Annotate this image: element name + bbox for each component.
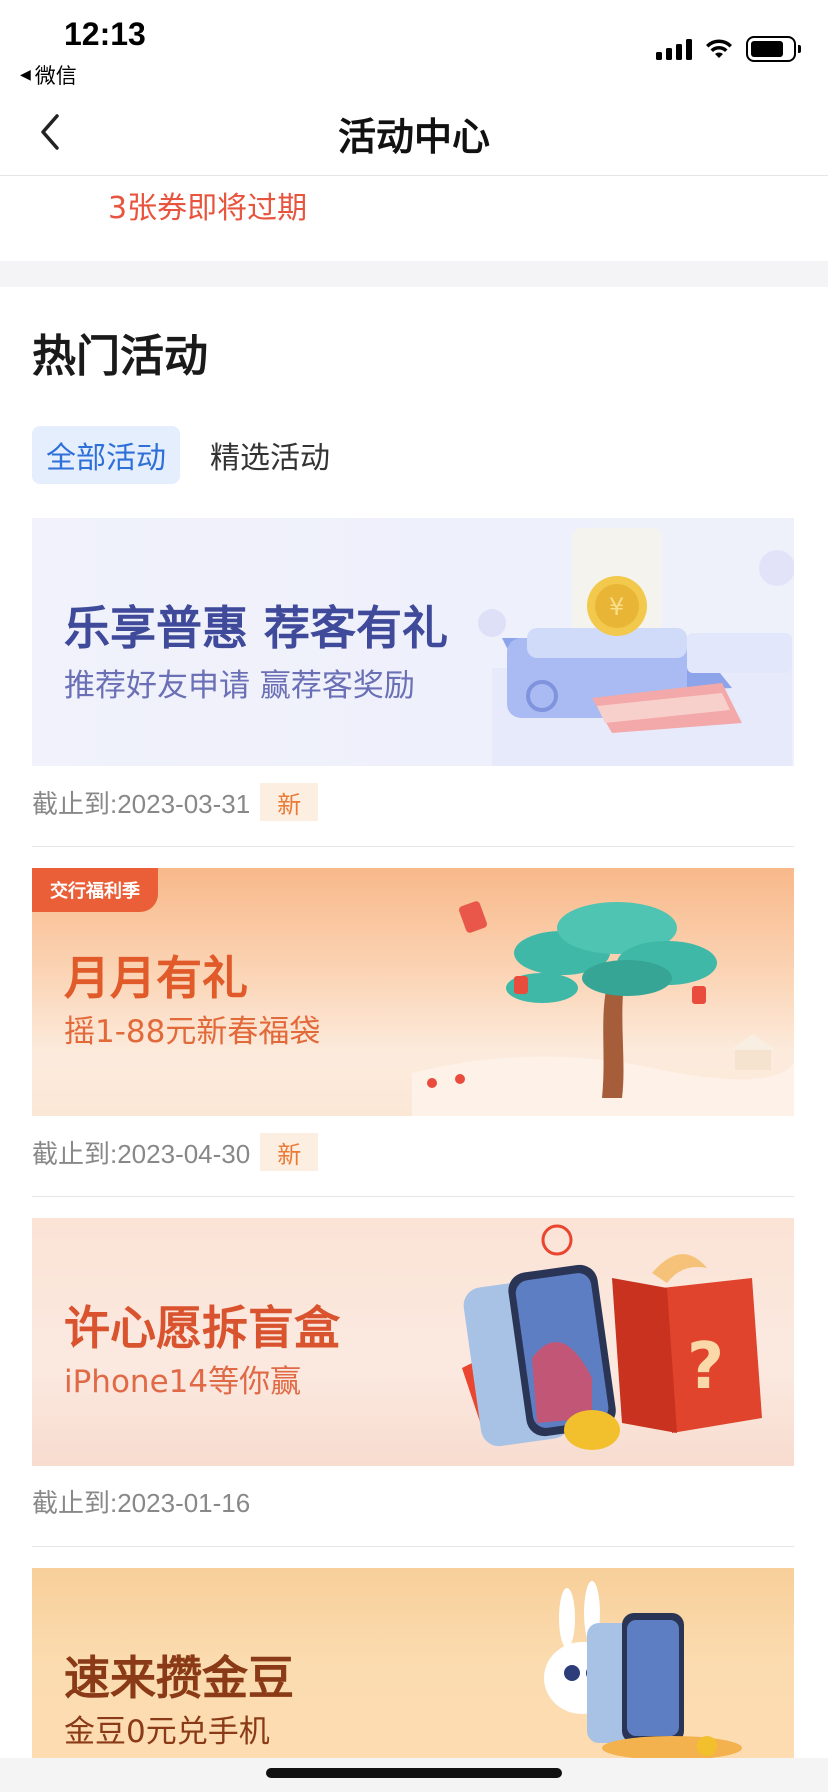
tab-selected-activities[interactable]: 精选活动 [196, 426, 344, 484]
activity-card[interactable]: 乐享普惠 荐客有礼 推荐好友申请 赢荐客奖励 ¥ 截止到:2023-03-31 … [32, 518, 794, 847]
banner-title: 速来攒金豆 [64, 1651, 294, 1705]
expiring-coupons-text[interactable]: 3张券即将过期 [108, 183, 307, 227]
status-indicators [656, 36, 801, 62]
banner-title: 许心愿拆盲盒 [64, 1301, 340, 1355]
deadline-text: 截止到:2023-01-16 [32, 1488, 251, 1518]
tab-all-activities[interactable]: 全部活动 [32, 426, 180, 484]
section-title: 热门活动 [32, 331, 208, 382]
cellular-signal-icon [656, 38, 692, 60]
navigation-bar: 活动中心 [0, 92, 828, 176]
activity-card[interactable]: 速来攒金豆 金豆0元兑手机 [32, 1568, 794, 1758]
status-bar: 12:13 ◀ 微信 [0, 0, 828, 92]
banner-title: 月月有礼 [64, 951, 248, 1005]
coin-printer-illustration: ¥ [478, 528, 794, 766]
activity-card[interactable]: 交行福利季 月月有礼 摇1-88元新春福袋 截止到:2023-04-30 新 [32, 868, 794, 1197]
back-to-app-link[interactable]: ◀ 微信 [20, 60, 77, 90]
banner-subtitle: iPhone14等你赢 [64, 1364, 302, 1400]
new-badge: 新 [260, 783, 319, 821]
home-indicator[interactable] [266, 1768, 562, 1778]
section-divider [0, 261, 828, 287]
battery-icon [746, 36, 801, 62]
page-title: 活动中心 [337, 115, 490, 159]
activity-banner[interactable]: 交行福利季 月月有礼 摇1-88元新春福袋 [32, 868, 794, 1116]
card-meta: 截止到:2023-03-31 新 [32, 783, 319, 821]
deadline-text: 截止到:2023-03-31 [32, 788, 251, 819]
phone-gift-illustration: ? [462, 1224, 762, 1450]
svg-text:?: ? [687, 1330, 724, 1404]
status-time: 12:13 [64, 16, 146, 52]
activity-banner[interactable]: 速来攒金豆 金豆0元兑手机 [32, 1568, 794, 1758]
banner-title: 乐享普惠 荐客有礼 [64, 601, 449, 655]
banner-subtitle: 金豆0元兑手机 [64, 1714, 270, 1750]
welfare-season-tag: 交行福利季 [32, 868, 158, 912]
wifi-icon [706, 39, 732, 58]
new-badge: 新 [260, 1133, 319, 1171]
back-triangle-icon: ◀ [20, 67, 31, 83]
activity-banner[interactable]: 许心愿拆盲盒 iPhone14等你赢 ? [32, 1218, 794, 1466]
card-divider [32, 1196, 794, 1197]
activity-card[interactable]: 许心愿拆盲盒 iPhone14等你赢 ? 截止到:2023-01-16 [32, 1218, 794, 1547]
card-meta: 截止到:2023-04-30 新 [32, 1133, 319, 1171]
card-divider [32, 846, 794, 847]
banner-subtitle: 摇1-88元新春福袋 [64, 1014, 321, 1050]
activity-banner[interactable]: 乐享普惠 荐客有礼 推荐好友申请 赢荐客奖励 ¥ [32, 518, 794, 766]
deadline-text: 截止到:2023-04-30 [32, 1138, 251, 1169]
card-divider [32, 1546, 794, 1547]
back-app-label: 微信 [34, 64, 77, 88]
svg-text:¥: ¥ [609, 593, 624, 621]
card-meta: 截止到:2023-01-16 [32, 1483, 250, 1520]
tree-illustration [412, 901, 794, 1116]
banner-subtitle: 推荐好友申请 赢荐客奖励 [64, 668, 415, 704]
coupon-notice[interactable]: 3张券即将过期 [0, 177, 828, 261]
activity-tabs: 全部活动 精选活动 [32, 426, 344, 484]
rabbit-phone-illustration [544, 1581, 742, 1758]
